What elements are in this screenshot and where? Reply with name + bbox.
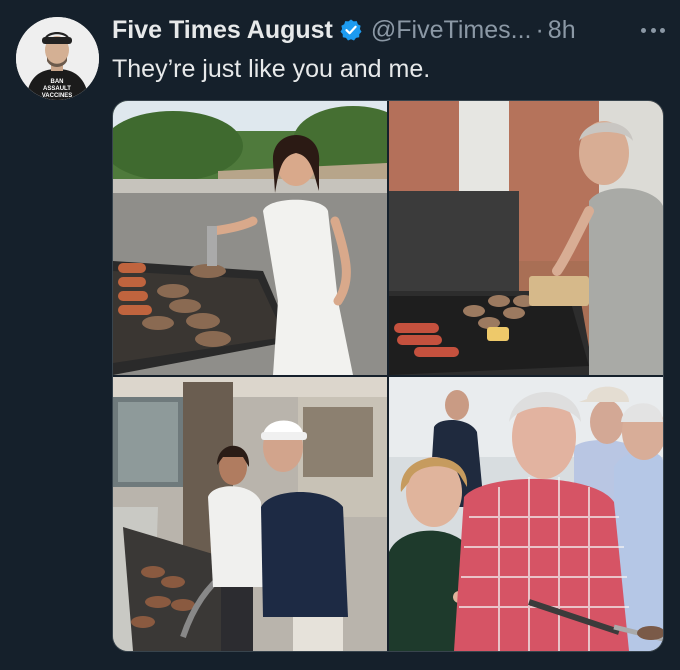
more-options-icon[interactable] [638, 20, 668, 40]
handle[interactable]: @FiveTimes... [371, 16, 532, 45]
avatar-shirt-line-2: ASSAULT [43, 86, 71, 92]
avatar-shirt-line-1: BAN [51, 79, 64, 85]
tweet-header: Five Times August @FiveTimes... · 8h [112, 12, 668, 48]
avatar[interactable]: BAN ASSAULT VACCINES [16, 17, 99, 100]
tweet[interactable]: BAN ASSAULT VACCINES Five Times August @… [0, 0, 680, 670]
photo-couple-at-grill[interactable] [113, 377, 387, 651]
verified-badge-icon[interactable] [339, 18, 363, 42]
tweet-text: They’re just like you and me. [112, 55, 431, 83]
photo-couple-grilling-outdoors[interactable] [389, 377, 663, 651]
display-name[interactable]: Five Times August [112, 16, 333, 45]
separator-dot: · [535, 15, 544, 44]
media-grid [112, 100, 664, 652]
timestamp[interactable]: 8h [548, 16, 576, 45]
avatar-shirt-line-3: VACCINES [42, 93, 73, 99]
photo-woman-grilling-burgers[interactable] [113, 101, 387, 375]
photo-man-grilling-sausages[interactable] [389, 101, 663, 375]
